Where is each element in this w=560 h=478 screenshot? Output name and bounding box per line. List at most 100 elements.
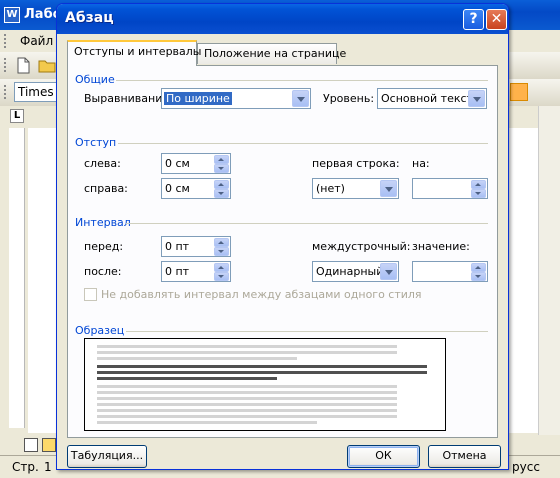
open-folder-icon[interactable]: [38, 56, 56, 74]
chevron-down-icon[interactable]: [468, 90, 485, 107]
preview-line: [97, 371, 427, 374]
first-line-label: первая строка:: [312, 157, 400, 170]
status-page-label: Стр.: [12, 460, 39, 474]
preview-line: [97, 377, 277, 380]
alignment-label: Выравнивание:: [84, 92, 173, 105]
toolbar-grip[interactable]: [4, 58, 8, 72]
ok-button[interactable]: ОК: [347, 445, 420, 468]
before-label: перед:: [84, 240, 124, 253]
spin-up-icon[interactable]: [214, 155, 229, 164]
status-page-number: 1: [44, 460, 52, 474]
spin-up-icon[interactable]: [214, 180, 229, 189]
dialog-titlebar[interactable]: Абзац ? ✕: [57, 4, 508, 34]
right-indent-spinner[interactable]: 0 см: [161, 178, 231, 199]
spin-up-icon[interactable]: [214, 238, 229, 247]
level-value: Основной текст: [381, 92, 473, 105]
by-spinner[interactable]: [412, 178, 488, 199]
first-line-value: (нет): [316, 182, 345, 195]
preview-line: [97, 351, 397, 354]
normal-view-icon[interactable]: [24, 438, 38, 452]
dont-add-space-checkbox[interactable]: [84, 288, 97, 301]
indent-group-label: Отступ: [75, 136, 117, 149]
preview-line: [97, 385, 397, 388]
dialog-body: Отступы и интервалы Положение на страниц…: [60, 34, 505, 468]
preview-line: [97, 415, 397, 418]
by-label: на:: [412, 157, 430, 170]
first-line-select[interactable]: (нет): [312, 178, 399, 199]
toolbar2-grip[interactable]: [4, 85, 8, 99]
preview-group-label: Образец: [75, 324, 125, 337]
preview-line: [97, 409, 397, 412]
preview-line: [97, 365, 427, 368]
outline-level-select[interactable]: Основной текст: [377, 88, 487, 109]
tab-page: Общие Выравнивание: По ширине Уровень: О…: [67, 65, 498, 438]
indent-divider: [118, 143, 488, 144]
ok-button-label: ОК: [375, 449, 392, 462]
spin-up-icon[interactable]: [471, 180, 486, 189]
general-group-label: Общие: [75, 73, 115, 86]
tab-stop-selector[interactable]: L: [10, 109, 24, 123]
tab-indents-spacing[interactable]: Отступы и интервалы: [67, 40, 202, 66]
vertical-scrollbar[interactable]: [538, 106, 560, 436]
tabs-button-label: Табуляция...: [70, 449, 144, 462]
left-indent-label: слева:: [84, 157, 121, 170]
spin-down-icon[interactable]: [214, 272, 229, 281]
dont-add-space-label: Не добавлять интервал между абзацами одн…: [101, 288, 422, 301]
preview-line: [97, 357, 297, 360]
cancel-button[interactable]: Отмена: [428, 445, 501, 468]
alignment-value: По ширине: [164, 92, 232, 105]
at-label: значение:: [412, 240, 470, 253]
line-spacing-label: междустрочный:: [312, 240, 411, 253]
chevron-down-icon[interactable]: [380, 180, 397, 197]
chevron-down-icon[interactable]: [380, 263, 397, 280]
close-icon: ✕: [490, 11, 503, 27]
web-view-icon[interactable]: [42, 438, 56, 452]
tabs-button[interactable]: Табуляция...: [67, 445, 147, 468]
spacing-divider: [126, 223, 488, 224]
spin-up-icon[interactable]: [471, 263, 486, 272]
preview-line: [97, 391, 397, 394]
menubar-grip[interactable]: [4, 34, 8, 48]
spin-down-icon[interactable]: [471, 189, 486, 198]
space-before-spinner[interactable]: 0 пт: [161, 236, 231, 257]
spin-up-icon[interactable]: [214, 263, 229, 272]
word-app-icon: W: [4, 7, 20, 23]
cancel-button-label: Отмена: [442, 449, 487, 462]
chevron-down-icon[interactable]: [292, 90, 309, 107]
space-after-spinner[interactable]: 0 пт: [161, 261, 231, 282]
menu-file[interactable]: Файл: [20, 34, 53, 48]
right-indent-label: справа:: [84, 182, 128, 195]
spin-down-icon[interactable]: [471, 272, 486, 281]
preview-divider: [126, 331, 488, 332]
preview-line: [97, 403, 397, 406]
before-value: 0 пт: [165, 240, 190, 253]
preview-line: [97, 345, 397, 348]
highlight-button[interactable]: [510, 83, 528, 101]
spacing-group-label: Интервал: [75, 216, 131, 229]
line-spacing-select[interactable]: Одинарный: [312, 261, 399, 282]
spin-down-icon[interactable]: [214, 189, 229, 198]
preview-line: [97, 397, 397, 400]
at-spinner[interactable]: [412, 261, 488, 282]
left-indent-spinner[interactable]: 0 см: [161, 153, 231, 174]
level-label: Уровень:: [323, 92, 375, 105]
spin-down-icon[interactable]: [214, 164, 229, 173]
close-button[interactable]: ✕: [486, 9, 507, 30]
vertical-ruler: [9, 128, 25, 428]
right-indent-value: 0 см: [165, 182, 190, 195]
alignment-select[interactable]: По ширине: [161, 88, 311, 109]
paragraph-preview: [84, 338, 446, 431]
new-document-icon[interactable]: [14, 56, 32, 74]
help-button[interactable]: ?: [463, 9, 484, 30]
left-indent-value: 0 см: [165, 157, 190, 170]
tab-line-page-breaks[interactable]: Положение на странице: [197, 43, 346, 64]
preview-line: [97, 421, 317, 424]
general-divider: [116, 80, 488, 81]
after-value: 0 пт: [165, 265, 190, 278]
after-label: после:: [84, 265, 122, 278]
line-spacing-value: Одинарный: [316, 265, 384, 278]
tab-label: Положение на странице: [204, 47, 347, 60]
paragraph-dialog: Абзац ? ✕ Отступы и интервалы Положение …: [56, 3, 509, 470]
tab-label: Отступы и интервалы: [74, 45, 202, 58]
spin-down-icon[interactable]: [214, 247, 229, 256]
